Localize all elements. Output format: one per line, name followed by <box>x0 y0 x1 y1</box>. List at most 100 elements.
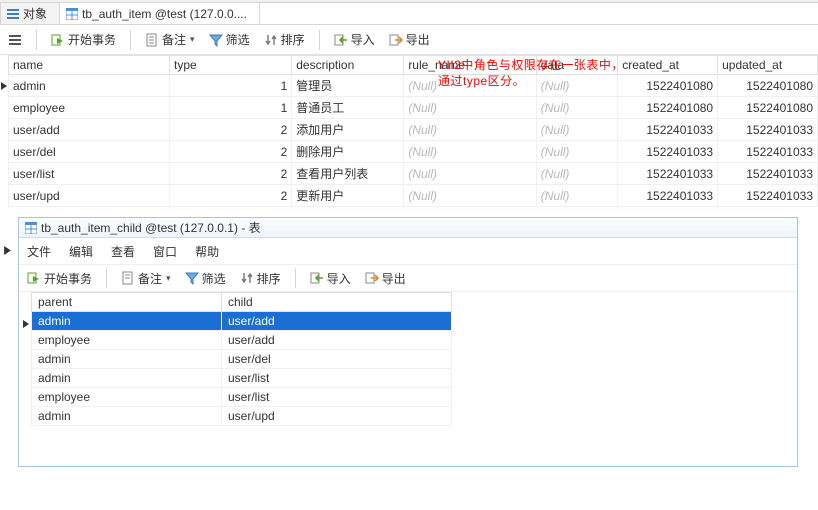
cell[interactable]: admin <box>32 312 222 331</box>
cell[interactable]: admin <box>9 75 170 97</box>
cell[interactable]: 2 <box>169 185 291 207</box>
cell[interactable]: 1 <box>169 97 291 119</box>
col-name[interactable]: name <box>9 56 170 75</box>
table-row[interactable]: employeeuser/list <box>32 388 452 407</box>
cell[interactable]: 1522401033 <box>718 119 818 141</box>
table-row[interactable]: user/add2添加用户(Null)(Null)152240103315224… <box>9 119 818 141</box>
menu-edit[interactable]: 编辑 <box>69 243 93 260</box>
cell[interactable]: 1522401033 <box>718 141 818 163</box>
menu-button[interactable] <box>8 33 22 47</box>
cell[interactable]: (Null) <box>404 97 536 119</box>
import-button[interactable]: 导入 <box>334 31 375 48</box>
cell[interactable]: user/list <box>9 163 170 185</box>
cell[interactable]: (Null) <box>536 163 618 185</box>
col-updated-at[interactable]: updated_at <box>718 56 818 75</box>
cell[interactable]: user/add <box>222 331 452 350</box>
table-row[interactable]: employee1普通员工(Null)(Null)152240108015224… <box>9 97 818 119</box>
cell[interactable]: 2 <box>169 141 291 163</box>
table-row[interactable]: user/list2查看用户列表(Null)(Null)152240103315… <box>9 163 818 185</box>
cell[interactable]: 管理员 <box>292 75 404 97</box>
toolbar-label: 导入 <box>351 31 375 48</box>
col-parent[interactable]: parent <box>32 293 222 312</box>
cell[interactable]: (Null) <box>404 119 536 141</box>
cell[interactable]: user/upd <box>9 185 170 207</box>
sort-button[interactable]: 排序 <box>240 270 281 287</box>
cell[interactable]: user/add <box>222 312 452 331</box>
cell[interactable]: 1522401033 <box>718 163 818 185</box>
tab-objects[interactable]: 对象 <box>0 2 60 24</box>
cell[interactable]: 1 <box>169 75 291 97</box>
col-created-at[interactable]: created_at <box>618 56 718 75</box>
cell[interactable]: (Null) <box>404 75 536 97</box>
cell[interactable]: employee <box>32 388 222 407</box>
cell[interactable]: 1522401033 <box>618 119 718 141</box>
filter-button[interactable]: 筛选 <box>209 31 250 48</box>
cell[interactable]: employee <box>9 97 170 119</box>
cell[interactable]: 添加用户 <box>292 119 404 141</box>
import-button[interactable]: 导入 <box>310 270 351 287</box>
table-row[interactable]: adminuser/list <box>32 369 452 388</box>
cell[interactable]: admin <box>32 350 222 369</box>
cell[interactable]: admin <box>32 407 222 426</box>
begin-transaction-button[interactable]: 开始事务 <box>51 31 116 48</box>
cell[interactable]: 1522401033 <box>618 185 718 207</box>
cell[interactable]: 1522401080 <box>718 75 818 97</box>
cell[interactable]: user/del <box>9 141 170 163</box>
cell[interactable]: (Null) <box>536 119 618 141</box>
memo-button[interactable]: 备注▾ <box>121 270 171 287</box>
menu-help[interactable]: 帮助 <box>195 243 219 260</box>
menu-view[interactable]: 查看 <box>111 243 135 260</box>
auth-item-table[interactable]: name type description rule_name data cre… <box>8 55 818 207</box>
cell[interactable]: 1522401080 <box>718 97 818 119</box>
cell[interactable]: user/upd <box>222 407 452 426</box>
table-row[interactable]: user/del2删除用户(Null)(Null)152240103315224… <box>9 141 818 163</box>
cell[interactable]: (Null) <box>536 75 618 97</box>
sort-button[interactable]: 排序 <box>264 31 305 48</box>
table-row[interactable]: adminuser/del <box>32 350 452 369</box>
cell[interactable]: 2 <box>169 119 291 141</box>
cell[interactable]: 1522401080 <box>618 97 718 119</box>
table-row[interactable]: admin1管理员(Null)(Null)1522401080152240108… <box>9 75 818 97</box>
cell[interactable]: user/del <box>222 350 452 369</box>
col-type[interactable]: type <box>169 56 291 75</box>
col-description[interactable]: description <box>292 56 404 75</box>
begin-transaction-button[interactable]: 开始事务 <box>27 270 92 287</box>
col-child[interactable]: child <box>222 293 452 312</box>
cell[interactable]: (Null) <box>404 185 536 207</box>
cell[interactable]: 1522401033 <box>618 163 718 185</box>
cell[interactable]: user/list <box>222 388 452 407</box>
filter-button[interactable]: 筛选 <box>185 270 226 287</box>
cell[interactable]: (Null) <box>536 185 618 207</box>
table-row[interactable]: employeeuser/add <box>32 331 452 350</box>
cell[interactable]: employee <box>32 331 222 350</box>
cell[interactable]: 普通员工 <box>292 97 404 119</box>
tab-table[interactable]: tb_auth_item @test (127.0.0.... <box>59 2 260 24</box>
col-data[interactable]: data <box>536 56 618 75</box>
export-button[interactable]: 导出 <box>365 270 406 287</box>
auth-item-child-table[interactable]: parent child adminuser/addemployeeuser/a… <box>31 292 452 426</box>
cell[interactable]: user/list <box>222 369 452 388</box>
cell[interactable]: 1522401033 <box>718 185 818 207</box>
child-titlebar[interactable]: tb_auth_item_child @test (127.0.0.1) - 表 <box>19 218 797 238</box>
cell[interactable]: (Null) <box>404 141 536 163</box>
cell[interactable]: user/add <box>9 119 170 141</box>
cell[interactable]: (Null) <box>536 97 618 119</box>
table-row[interactable]: user/upd2更新用户(Null)(Null)152240103315224… <box>9 185 818 207</box>
cell[interactable]: 2 <box>169 163 291 185</box>
cell[interactable]: 1522401033 <box>618 141 718 163</box>
table-row[interactable]: adminuser/upd <box>32 407 452 426</box>
cell[interactable]: 删除用户 <box>292 141 404 163</box>
menu-window[interactable]: 窗口 <box>153 243 177 260</box>
cell[interactable]: (Null) <box>536 141 618 163</box>
toolbar-label: 开始事务 <box>44 270 92 287</box>
cell[interactable]: 更新用户 <box>292 185 404 207</box>
cell[interactable]: 1522401080 <box>618 75 718 97</box>
cell[interactable]: 查看用户列表 <box>292 163 404 185</box>
col-rule-name[interactable]: rule_name <box>404 56 536 75</box>
menu-file[interactable]: 文件 <box>27 243 51 260</box>
cell[interactable]: admin <box>32 369 222 388</box>
cell[interactable]: (Null) <box>404 163 536 185</box>
memo-button[interactable]: 备注▾ <box>145 31 195 48</box>
table-row[interactable]: adminuser/add <box>32 312 452 331</box>
export-button[interactable]: 导出 <box>389 31 430 48</box>
